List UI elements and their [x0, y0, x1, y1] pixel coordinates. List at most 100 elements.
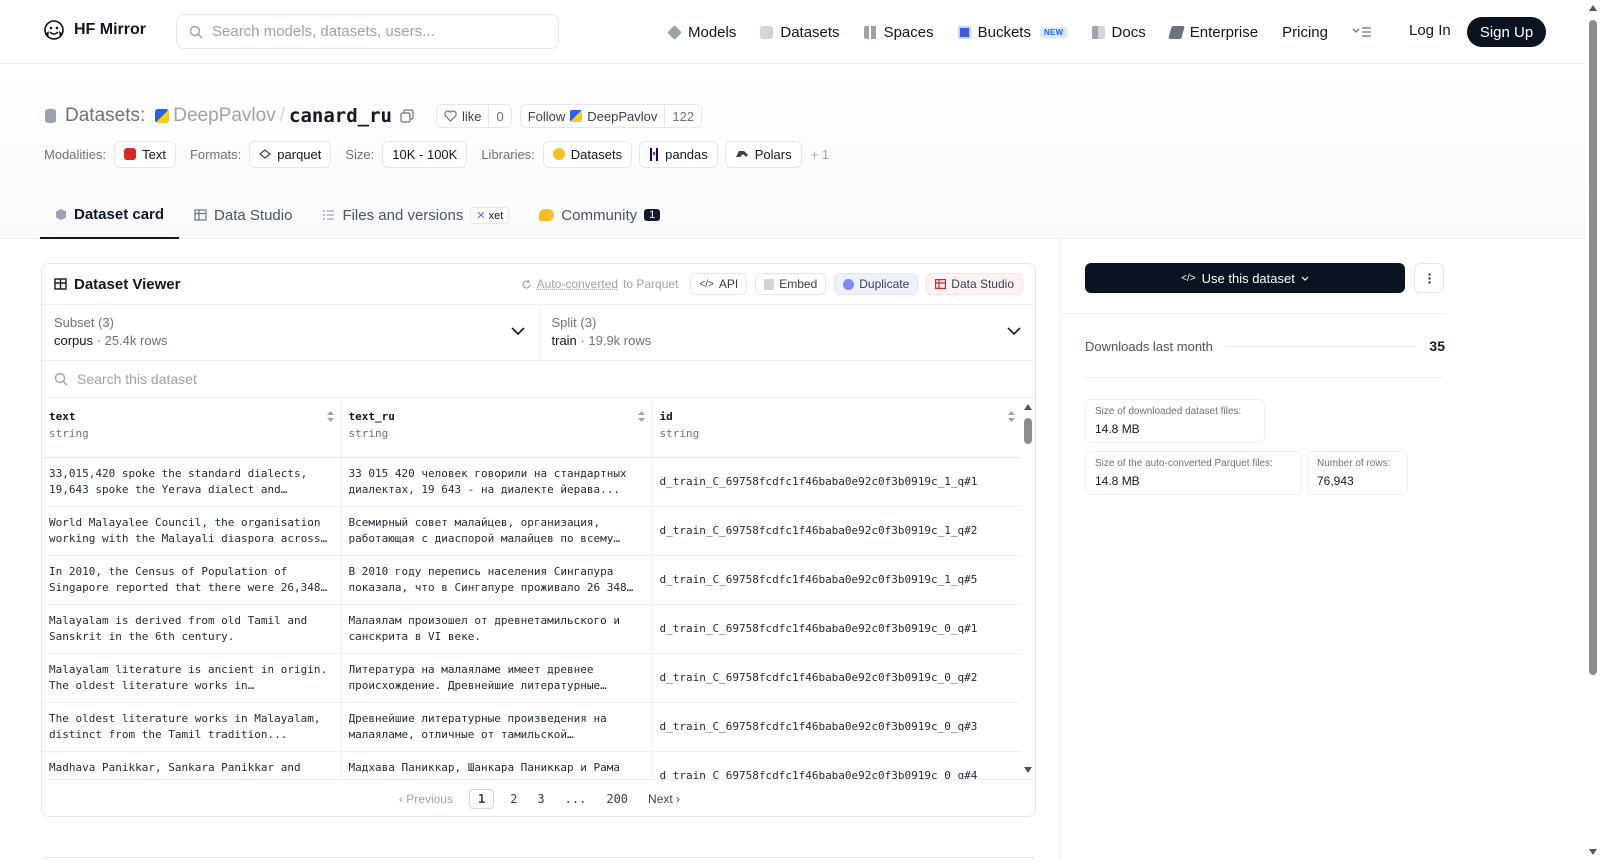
nav-buckets[interactable]: Buckets NEW [958, 24, 1068, 41]
signup-button[interactable]: Sign Up [1467, 17, 1546, 47]
column-header-id[interactable]: id string [652, 400, 1022, 457]
table-scrollbar[interactable] [1021, 400, 1035, 779]
library-tag-pandas[interactable]: pandas [639, 141, 718, 168]
table-row[interactable]: 33,015,420 spoke the standard dialects, … [42, 457, 1022, 506]
login-link[interactable]: Log In [1409, 22, 1451, 39]
cell-id[interactable]: d_train_C_69758fcdfc1f46baba0e92c0f3b091… [652, 457, 1022, 506]
cell-text-ru[interactable]: Всемирный совет малайцев, организация, р… [341, 506, 652, 555]
cell-id[interactable]: d_train_C_69758fcdfc1f46baba0e92c0f3b091… [652, 702, 1022, 751]
repo-title-row: Datasets: DeepPavlov / canard_ru like 0 … [44, 102, 702, 130]
cell-id[interactable]: d_train_C_69758fcdfc1f46baba0e92c0f3b091… [652, 653, 1022, 702]
files-icon [322, 209, 335, 221]
modality-tag-text[interactable]: Text [114, 141, 176, 168]
tab-community[interactable]: Community 1 [524, 191, 675, 239]
subset-select[interactable]: Subset (3) corpus · 25.4k rows [42, 305, 539, 360]
cell-text[interactable]: In 2010, the Census of Population of Sin… [42, 555, 341, 604]
cell-text[interactable]: The oldest literature works in Malayalam… [42, 702, 341, 751]
path-separator: / [280, 105, 285, 127]
page-scroll-thumb[interactable] [1589, 20, 1597, 675]
follow-button[interactable]: Follow DeepPavlov 122 [520, 104, 702, 128]
scroll-up-icon[interactable] [1589, 5, 1597, 11]
dataset-search[interactable] [42, 361, 1035, 398]
column-header-text[interactable]: text string [42, 400, 341, 457]
repo-owner-link[interactable]: DeepPavlov [173, 105, 275, 127]
cell-id[interactable]: d_train_C_69758fcdfc1f46baba0e92c0f3b091… [652, 506, 1022, 555]
nav-datasets[interactable]: Datasets [760, 24, 839, 41]
size-tag[interactable]: 10K - 100K [382, 141, 467, 168]
auto-converted-link[interactable]: Auto-converted [537, 277, 618, 291]
table-row[interactable]: In 2010, the Census of Population of Sin… [42, 555, 1022, 604]
global-search-input[interactable] [212, 23, 532, 40]
data-studio-button[interactable]: Data Studio [926, 273, 1023, 295]
page-scrollbar[interactable] [1586, 0, 1600, 861]
library-tag-datasets[interactable]: Datasets [543, 141, 632, 168]
cell-text-ru[interactable]: Древнейшие литературные произведения на … [341, 702, 652, 751]
nav-enterprise[interactable]: Enterprise [1170, 24, 1258, 41]
more-libraries[interactable]: + 1 [811, 147, 829, 162]
cell-id[interactable]: d_train_C_69758fcdfc1f46baba0e92c0f3b091… [652, 751, 1022, 779]
repo-name[interactable]: canard_ru [289, 105, 392, 127]
table-row[interactable]: Madhava Panikkar, Sankara Panikkar and R… [42, 751, 1022, 779]
sort-icon[interactable] [326, 410, 335, 423]
global-search[interactable] [176, 14, 559, 49]
nav-docs[interactable]: Docs [1092, 24, 1146, 41]
duplicate-button[interactable]: Duplicate [834, 273, 918, 295]
scroll-down-icon[interactable] [1589, 849, 1597, 855]
cell-text[interactable]: 33,015,420 spoke the standard dialects, … [42, 457, 341, 506]
main-nav: Models Datasets Spaces Buckets NEW Docs … [668, 20, 1396, 44]
formats-label: Formats: [190, 147, 241, 162]
nav-more-menu[interactable] [1352, 26, 1372, 38]
format-tag-parquet[interactable]: parquet [249, 141, 331, 168]
table-row[interactable]: Malayalam is derived from old Tamil and … [42, 604, 1022, 653]
cell-text-ru[interactable]: Литература на малаяламе имеет древнее пр… [341, 653, 652, 702]
page-button[interactable]: 2 [500, 792, 527, 806]
cell-text-ru[interactable]: Малаялам произошел от древнетамильского … [341, 604, 652, 653]
table-row[interactable]: World Malayalee Council, the organisatio… [42, 506, 1022, 555]
embed-button[interactable]: Embed [755, 273, 826, 295]
site-logo[interactable]: HF Mirror [42, 18, 146, 42]
nav-models[interactable]: Models [668, 24, 736, 41]
modality-value: Text [142, 147, 166, 162]
cell-text-ru[interactable]: В 2010 году перепись населения Сингапура… [341, 555, 652, 604]
scroll-down-icon[interactable] [1024, 767, 1032, 773]
tab-files-and-versions[interactable]: Files and versions ✕ xet [307, 191, 524, 239]
cell-id[interactable]: d_train_C_69758fcdfc1f46baba0e92c0f3b091… [652, 604, 1022, 653]
more-options-button[interactable] [1414, 263, 1444, 293]
split-label: Split (3) [552, 315, 1024, 330]
cell-text-ru[interactable]: Мадхава Паниккар, Шанкара Паниккар и Рам… [341, 751, 652, 779]
like-button[interactable]: like 0 [436, 104, 512, 128]
copy-icon[interactable] [400, 109, 414, 123]
cell-id[interactable]: d_train_C_69758fcdfc1f46baba0e92c0f3b091… [652, 555, 1022, 604]
cell-text[interactable]: Malayalam is derived from old Tamil and … [42, 604, 341, 653]
cell-text[interactable]: World Malayalee Council, the organisatio… [42, 506, 341, 555]
stat-label: Size of downloaded dataset files: [1095, 406, 1255, 417]
library-tag-polars[interactable]: Polars [725, 141, 802, 168]
dataset-search-input[interactable] [77, 371, 477, 387]
repo-header: Datasets: DeepPavlov / canard_ru like 0 … [0, 64, 1586, 239]
new-badge: NEW [1040, 27, 1068, 38]
sort-icon[interactable] [637, 410, 646, 423]
cell-text[interactable]: Malayalam literature is ancient in origi… [42, 653, 341, 702]
sort-icon[interactable] [1007, 410, 1016, 423]
tab-data-studio[interactable]: Data Studio [179, 191, 307, 239]
table-scroll-thumb[interactable] [1024, 418, 1032, 444]
scroll-up-icon[interactable] [1024, 404, 1032, 410]
previous-page-button[interactable]: ‹ Previous [389, 792, 463, 806]
table-row[interactable]: The oldest literature works in Malayalam… [42, 702, 1022, 751]
heart-icon [444, 110, 457, 122]
nav-pricing[interactable]: Pricing [1282, 24, 1328, 41]
cell-text[interactable]: Madhava Panikkar, Sankara Panikkar and R… [42, 751, 341, 779]
table-row[interactable]: Malayalam literature is ancient in origi… [42, 653, 1022, 702]
column-header-text-ru[interactable]: text_ru string [341, 400, 652, 457]
page-button[interactable]: 200 [596, 792, 638, 806]
next-page-button[interactable]: Next › [638, 792, 690, 806]
api-button[interactable]: </> API [690, 273, 747, 295]
nav-spaces[interactable]: Spaces [864, 24, 934, 41]
cell-text-ru[interactable]: 33 015 420 человек говорили на стандартн… [341, 457, 652, 506]
split-select[interactable]: Split (3) train · 19.9k rows [539, 305, 1036, 360]
tab-dataset-card[interactable]: Dataset card [40, 191, 179, 239]
like-count: 0 [488, 105, 510, 127]
page-button-current[interactable]: 1 [469, 789, 494, 809]
use-this-dataset-button[interactable]: </> Use this dataset [1085, 263, 1405, 293]
page-button[interactable]: 3 [527, 792, 554, 806]
